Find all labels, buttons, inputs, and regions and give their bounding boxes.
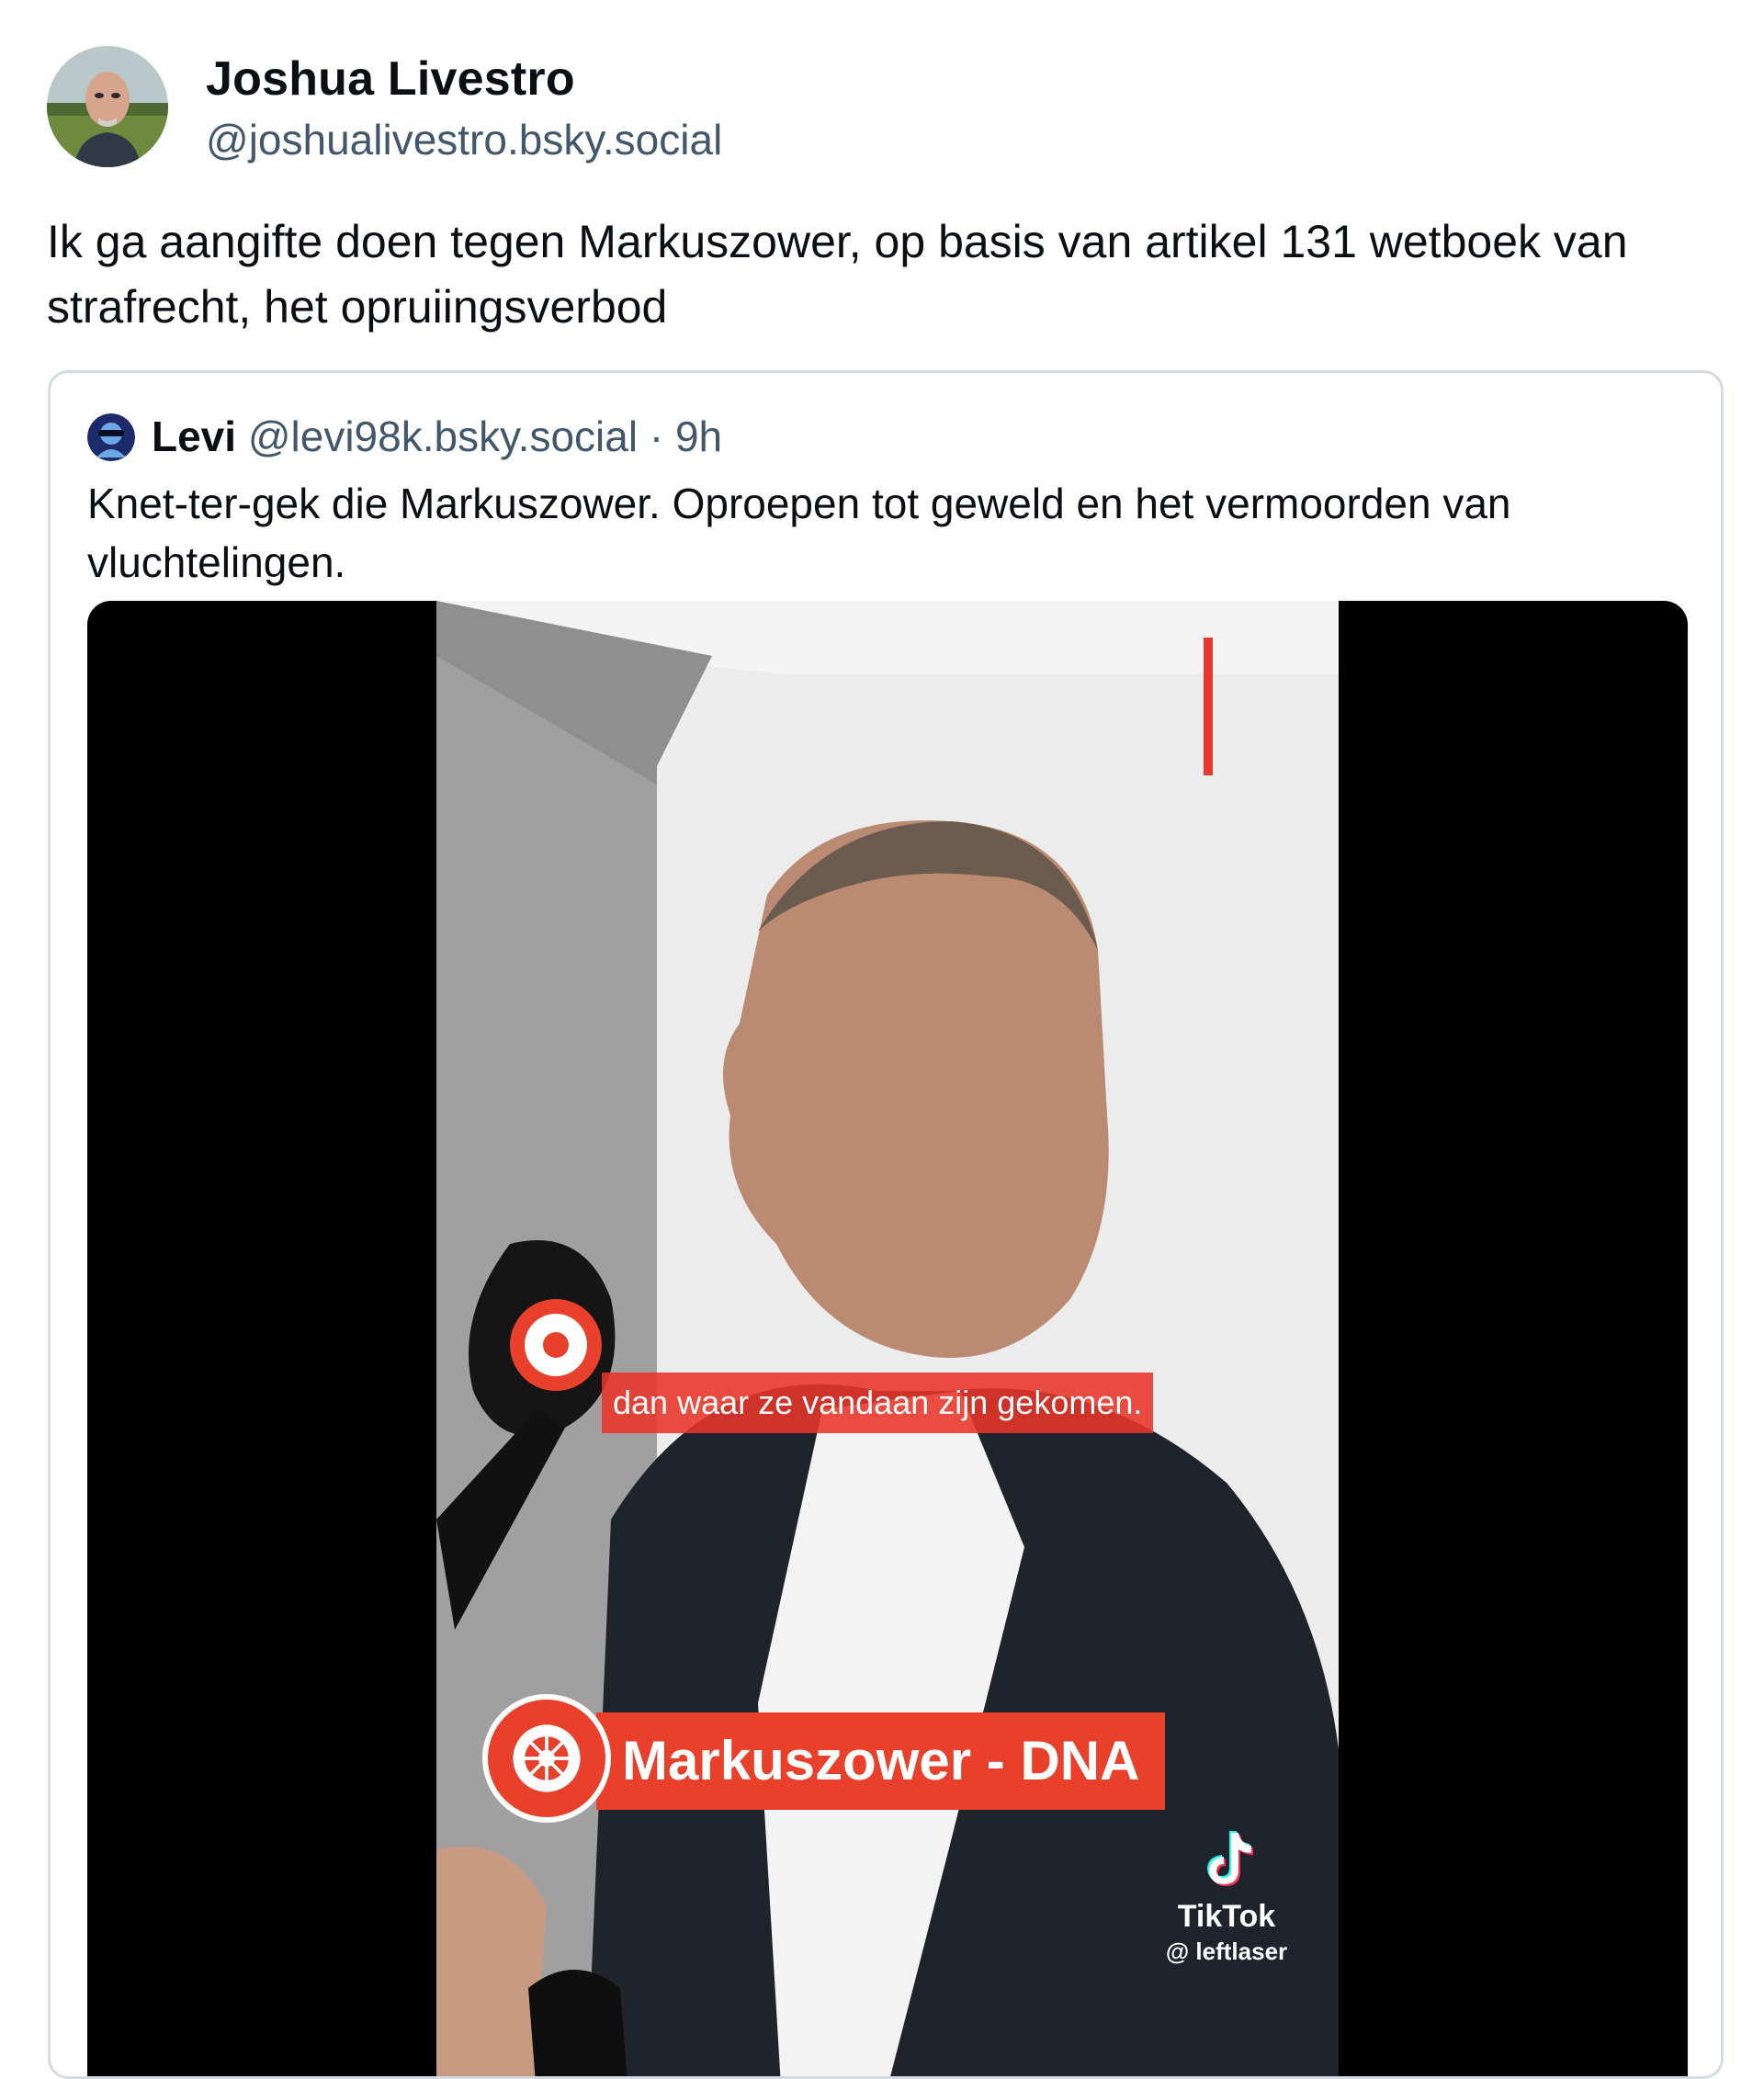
meta-separator: · <box>638 412 675 460</box>
quoted-text: Knet-ter-gek die Markuszower. Oproepen t… <box>87 480 1511 586</box>
lower-third-label: Markuszower - DNA <box>596 1712 1166 1810</box>
post-text: Ik ga aangifte doen tegen Markuszower, o… <box>47 216 1628 333</box>
quoted-meta: Levi @levi98k.bsky.social · 9h <box>152 412 722 461</box>
post: Joshua Livestro @joshualivestro.bsky.soc… <box>0 0 1764 2079</box>
tiktok-handle: @ leftlaser <box>1165 1938 1288 1965</box>
tiktok-name: TikTok <box>1177 1899 1276 1934</box>
quoted-display-name[interactable]: Levi <box>152 412 236 460</box>
quoted-post[interactable]: Levi @levi98k.bsky.social · 9h Knet-ter-… <box>48 370 1724 2079</box>
tiktok-watermark: TikTok @ leftlaser <box>1162 1827 1291 1967</box>
broadcaster-logo-icon <box>482 1694 611 1823</box>
tiktok-logo-icon <box>1194 1827 1259 1892</box>
video-overlay: dan waar ze vandaan zijn gekomen. Markus… <box>436 601 1339 2076</box>
author-display-name[interactable]: Joshua Livestro <box>206 51 575 107</box>
video-subtitle: dan waar ze vandaan zijn gekomen. <box>602 1373 1154 1433</box>
author-avatar[interactable] <box>47 46 168 167</box>
user-avatar-icon <box>87 413 135 461</box>
quoted-handle[interactable]: @levi98k.bsky.social <box>248 412 638 460</box>
author-handle[interactable]: @joshualivestro.bsky.social <box>206 115 722 164</box>
quoted-author-avatar[interactable] <box>87 413 135 461</box>
video-player[interactable]: dan waar ze vandaan zijn gekomen. Markus… <box>87 601 1688 2076</box>
lower-third: Markuszower - DNA <box>482 1694 1217 1823</box>
quoted-timestamp[interactable]: 9h <box>675 412 722 460</box>
user-avatar-photo-icon <box>47 46 168 167</box>
